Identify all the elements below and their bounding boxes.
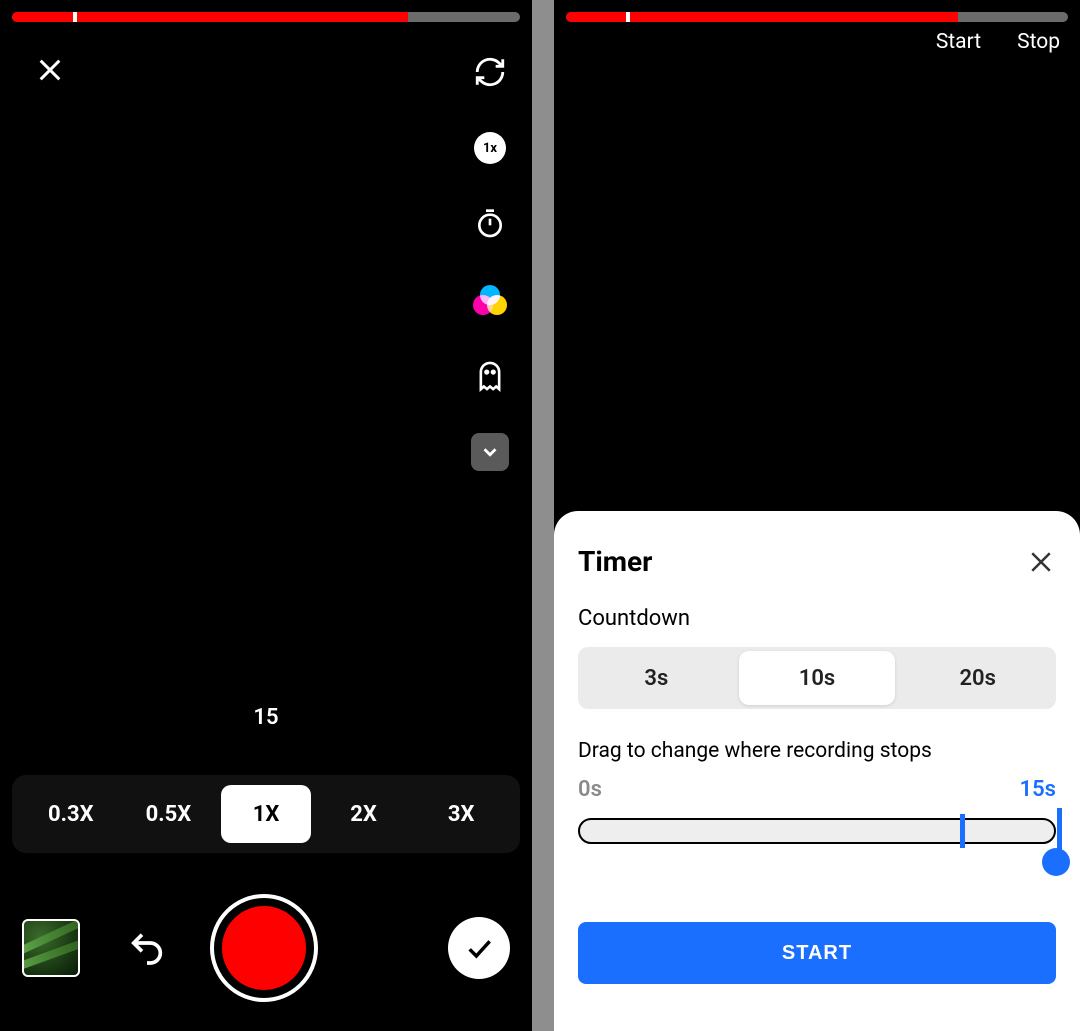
slider-recorded-mark [960, 814, 965, 848]
start-button[interactable]: START [578, 922, 1056, 984]
speed-button[interactable]: 1x [468, 126, 512, 170]
bottom-controls [0, 893, 532, 1003]
stop-label: Stop [1017, 30, 1060, 54]
slider-stop-handle[interactable] [1057, 808, 1062, 854]
speed-option-2x[interactable]: 2X [319, 785, 409, 843]
filters-icon [473, 285, 507, 315]
timer-pane: Start Stop Timer Countdown 3s 10s 20s Dr… [554, 0, 1080, 1031]
confirm-button[interactable] [448, 917, 510, 979]
expand-box [471, 433, 509, 471]
speed-option-0.5x[interactable]: 0.5X [124, 785, 214, 843]
expand-tools-button[interactable] [468, 430, 512, 474]
countdown-segmented: 3s 10s 20s [578, 647, 1056, 709]
gallery-thumbnail[interactable] [22, 919, 80, 977]
recording-progress-fill [566, 12, 958, 22]
close-button[interactable] [30, 50, 70, 90]
flip-camera-button[interactable] [468, 50, 512, 94]
countdown-option-3s[interactable]: 3s [578, 647, 735, 709]
recording-stop-slider[interactable] [578, 812, 1056, 862]
record-button[interactable] [214, 898, 314, 998]
timer-button[interactable] [468, 202, 512, 246]
drag-instruction: Drag to change where recording stops [578, 739, 1056, 763]
recording-progress [566, 12, 1068, 22]
timer-icon [474, 208, 506, 240]
ghost-icon [474, 359, 506, 393]
close-icon [34, 54, 66, 86]
filters-button[interactable] [468, 278, 512, 322]
speed-option-1x[interactable]: 1X [221, 785, 311, 843]
sheet-close-button[interactable] [1026, 547, 1056, 577]
speed-selector: 0.3X 0.5X 1X 2X 3X [12, 775, 520, 853]
pane-divider [532, 0, 554, 1031]
flip-camera-icon [473, 55, 507, 89]
speed-option-3x[interactable]: 3X [416, 785, 506, 843]
recording-progress-fill [12, 12, 408, 22]
effects-button[interactable] [468, 354, 512, 398]
check-icon [463, 932, 495, 964]
slider-knob[interactable] [1042, 848, 1070, 876]
camera-pane: 1x 15 0.3X 0.5X 1X 2X 3X [0, 0, 532, 1031]
sheet-header: Timer [578, 545, 1056, 578]
undo-icon [127, 928, 167, 968]
recording-progress [12, 12, 520, 22]
countdown-option-10s[interactable]: 10s [739, 651, 896, 705]
countdown-label: Countdown [578, 606, 1056, 631]
undo-clip-button[interactable] [122, 923, 172, 973]
range-min: 0s [578, 777, 602, 802]
range-labels: 0s 15s [578, 777, 1056, 802]
chevron-down-icon [479, 441, 501, 463]
close-icon [1026, 547, 1056, 577]
speed-option-0.3x[interactable]: 0.3X [26, 785, 116, 843]
countdown-option-20s[interactable]: 20s [899, 647, 1056, 709]
speed-badge: 1x [474, 132, 506, 164]
start-label: Start [936, 30, 981, 54]
clip-start-marker [626, 12, 630, 22]
clip-start-marker [73, 12, 77, 22]
tool-rail: 1x [468, 50, 512, 474]
timer-sheet: Timer Countdown 3s 10s 20s Drag to chang… [554, 511, 1080, 1031]
sheet-title: Timer [578, 545, 652, 578]
progress-labels: Start Stop [936, 30, 1060, 54]
range-max: 15s [1020, 777, 1056, 802]
slider-track [578, 818, 1056, 844]
remaining-seconds: 15 [0, 705, 532, 730]
